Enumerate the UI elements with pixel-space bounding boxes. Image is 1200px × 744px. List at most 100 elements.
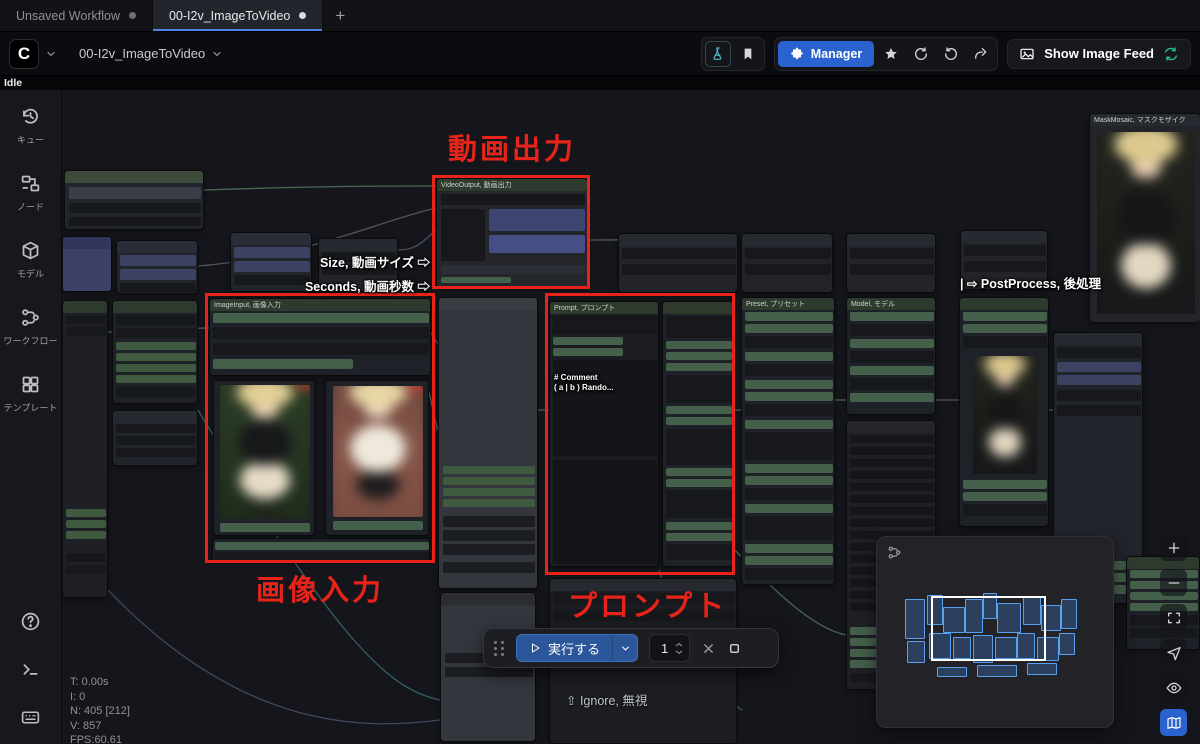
node-title-bar[interactable]	[960, 298, 1048, 310]
tab-unsaved-workflow[interactable]: Unsaved Workflow	[0, 0, 153, 31]
toggle-visibility-button[interactable]	[1160, 674, 1187, 701]
graph-node[interactable]	[846, 233, 936, 293]
node-widget-row[interactable]	[745, 556, 833, 565]
node-widget-row[interactable]	[443, 530, 535, 541]
node-widget-row[interactable]	[622, 248, 736, 259]
graph-node[interactable]	[741, 233, 833, 293]
node-widget-row[interactable]	[745, 476, 833, 485]
node-widget-row[interactable]	[850, 393, 934, 402]
node-widget-row[interactable]	[850, 264, 934, 275]
post-process-node[interactable]	[959, 297, 1049, 527]
node-title-bar[interactable]	[1054, 333, 1142, 345]
node-title-bar[interactable]	[961, 231, 1047, 243]
node-widget-row[interactable]	[116, 342, 196, 350]
bookmark-button[interactable]	[735, 41, 761, 67]
sidebar-item-shortcuts[interactable]	[20, 707, 41, 728]
node-widget-row[interactable]	[745, 392, 833, 401]
node-widget-row[interactable]	[1057, 390, 1141, 401]
node-widget-row[interactable]	[66, 509, 106, 517]
node-widget-row[interactable]	[443, 562, 535, 573]
node-widget-row[interactable]	[963, 504, 1047, 516]
node-widget-row[interactable]	[443, 477, 535, 485]
node-widget-row[interactable]	[745, 516, 833, 540]
node-title-bar[interactable]	[113, 301, 197, 313]
node-widget-row[interactable]	[745, 488, 833, 500]
graph-node[interactable]	[438, 297, 538, 589]
node-widget-row[interactable]	[850, 435, 934, 443]
node-widget-row[interactable]	[69, 187, 201, 199]
batch-count-stepper[interactable]	[675, 642, 683, 655]
logo-menu-chevron-icon[interactable]	[45, 48, 57, 60]
graph-node[interactable]	[116, 240, 198, 294]
sidebar-item-templates[interactable]: テンプレート	[3, 374, 57, 414]
new-tab-button[interactable]: +	[323, 0, 357, 31]
node-widget-row[interactable]	[745, 544, 833, 553]
node-widget-row[interactable]	[1057, 375, 1141, 385]
node-widget-row[interactable]	[1057, 405, 1141, 416]
node-title-bar[interactable]: Preset, プリセット	[742, 298, 834, 310]
beta-flask-button[interactable]	[705, 41, 731, 67]
node-widget-row[interactable]	[745, 312, 833, 321]
node-widget-row[interactable]	[745, 248, 831, 259]
node-widget-row[interactable]	[745, 420, 833, 429]
batch-count-input[interactable]: 1	[649, 634, 690, 662]
node-title-bar[interactable]	[319, 239, 397, 251]
node-widget-row[interactable]	[116, 436, 196, 445]
run-button[interactable]: 実行する	[516, 634, 638, 662]
node-widget-row[interactable]	[850, 483, 934, 491]
share-button[interactable]	[968, 41, 994, 67]
node-widget-row[interactable]	[964, 261, 1046, 272]
node-widget-row[interactable]	[443, 499, 535, 507]
show-image-feed-toggle[interactable]: Show Image Feed	[1007, 39, 1191, 69]
node-canvas[interactable]: ImageInput, 画像入力VideoOutput, 動画出力Prompt,…	[62, 90, 1200, 744]
node-widget-row[interactable]	[745, 364, 833, 376]
node-widget-row[interactable]	[443, 544, 535, 555]
model-node[interactable]: Model, モデル	[846, 297, 936, 415]
node-widget-row[interactable]	[443, 488, 535, 496]
node-widget-row[interactable]	[1057, 362, 1141, 372]
node-widget-row[interactable]	[850, 378, 934, 390]
manager-button[interactable]: Manager	[778, 41, 874, 67]
node-widget-row[interactable]	[850, 248, 934, 259]
node-widget-row[interactable]	[120, 269, 196, 280]
stop-button[interactable]	[727, 641, 742, 656]
node-widget-row[interactable]	[120, 255, 196, 266]
exec-bar-drag-handle[interactable]	[494, 641, 505, 656]
node-widget-row[interactable]	[963, 492, 1047, 501]
node-widget-row[interactable]	[66, 531, 106, 539]
sidebar-item-help[interactable]	[20, 611, 41, 632]
node-widget-row[interactable]	[116, 387, 196, 397]
node-widget-row[interactable]	[745, 568, 833, 580]
pointer-mode-button[interactable]	[1160, 639, 1187, 666]
node-widget-row[interactable]	[745, 352, 833, 361]
node-widget-row[interactable]	[69, 217, 201, 226]
node-widget-row[interactable]	[850, 324, 934, 336]
workflow-title-menu[interactable]: 00-I2v_ImageToVideo	[79, 46, 223, 61]
node-widget-row[interactable]	[445, 667, 533, 677]
node-widget-row[interactable]	[116, 424, 196, 433]
node-widget-row[interactable]	[66, 315, 106, 324]
node-title-bar[interactable]	[847, 234, 935, 246]
node-widget-row[interactable]	[850, 339, 934, 348]
node-widget-row[interactable]	[120, 283, 196, 292]
graph-node[interactable]	[112, 300, 198, 404]
node-title-bar[interactable]: MaskMosaic, マスクモザイク	[1090, 114, 1200, 126]
node-widget-row[interactable]	[66, 565, 106, 574]
node-widget-row[interactable]	[850, 495, 934, 503]
zoom-in-button[interactable]	[1160, 534, 1187, 561]
node-widget-row[interactable]	[745, 504, 833, 513]
node-widget-row[interactable]	[116, 315, 196, 325]
sidebar-item-workflows[interactable]: ワークフロー	[3, 307, 57, 347]
node-widget-row[interactable]	[443, 516, 535, 527]
graph-node[interactable]	[112, 410, 198, 466]
node-widget-row[interactable]	[850, 447, 934, 455]
node-widget-row[interactable]	[850, 471, 934, 479]
node-widget-row[interactable]	[963, 480, 1047, 489]
node-title-bar[interactable]	[742, 234, 832, 246]
node-widget-row[interactable]	[116, 448, 196, 457]
node-title-bar[interactable]	[847, 421, 935, 433]
node-title-bar[interactable]	[619, 234, 737, 246]
minimap-viewport[interactable]	[931, 596, 1046, 661]
node-widget-row[interactable]	[850, 519, 934, 527]
refresh-alt-button[interactable]	[938, 41, 964, 67]
